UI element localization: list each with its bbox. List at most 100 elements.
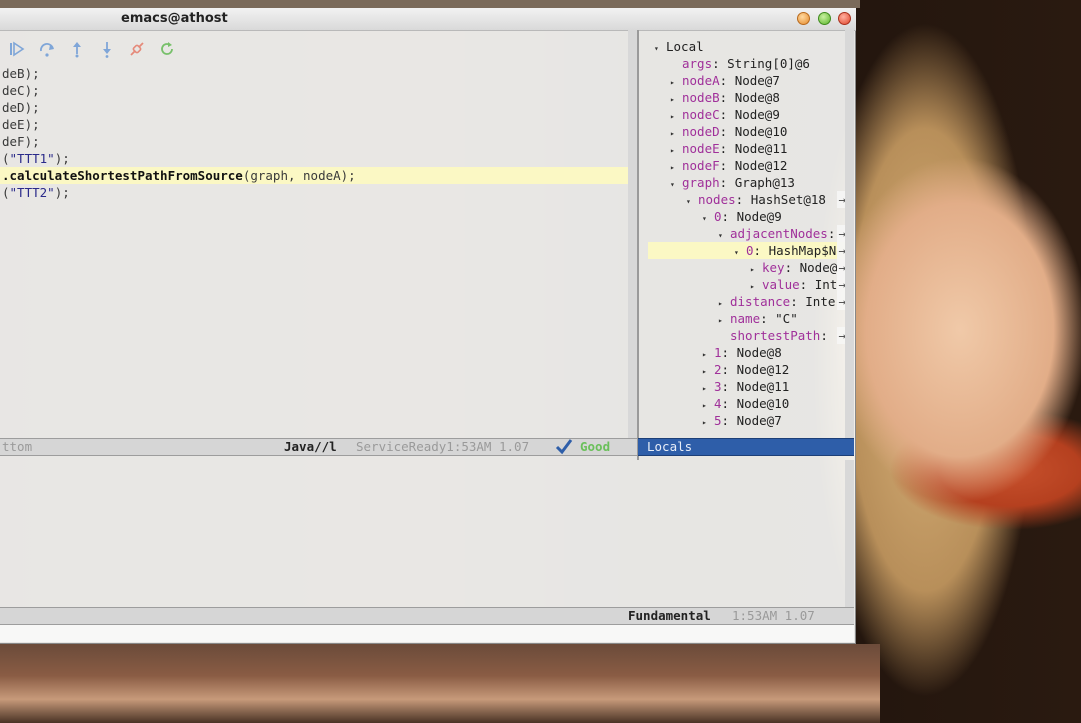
code-line[interactable]: deB); bbox=[0, 65, 628, 82]
locals-row[interactable]: ▸ nodeA: Node@7 bbox=[648, 72, 846, 89]
bottom-modeline-time: 1:53AM 1.07 bbox=[732, 608, 815, 623]
variable-value: : Node@9 bbox=[721, 209, 782, 224]
variable-name: 3 bbox=[714, 379, 722, 394]
modeline-check-status: Good bbox=[580, 439, 611, 454]
variable-value: : Node@7 bbox=[721, 413, 782, 428]
step-over-icon[interactable] bbox=[36, 38, 58, 60]
window-divider[interactable] bbox=[637, 30, 639, 460]
locals-row[interactable]: ▸ 3: Node@11 bbox=[648, 378, 846, 395]
locals-root-label: Local bbox=[666, 39, 704, 54]
locals-scrollbar[interactable] bbox=[845, 30, 854, 442]
variable-value: : Node@10 bbox=[719, 124, 788, 139]
locals-row[interactable]: ▾ 0: HashMap$N → bbox=[648, 242, 846, 259]
variable-value: : Int bbox=[799, 277, 838, 292]
locals-row[interactable]: ▸ 4: Node@10 bbox=[648, 395, 846, 412]
locals-row[interactable]: ▾ graph: Graph@13 bbox=[648, 174, 846, 191]
locals-row[interactable]: ▸ nodeE: Node@11 bbox=[648, 140, 846, 157]
variable-name: shortestPath bbox=[730, 328, 821, 343]
close-button[interactable] bbox=[838, 12, 851, 25]
variable-name: 2 bbox=[714, 362, 722, 377]
disconnect-icon[interactable] bbox=[126, 38, 148, 60]
variable-value: : Node@9 bbox=[719, 107, 780, 122]
code-line[interactable]: deC); bbox=[0, 82, 628, 99]
title-bar[interactable]: emacs@athost bbox=[0, 8, 856, 31]
locals-row[interactable]: ▸ name: "C" bbox=[648, 310, 846, 327]
locals-row[interactable]: ▸ nodeF: Node@12 bbox=[648, 157, 846, 174]
variable-value: : Node@ bbox=[784, 260, 838, 275]
string-literal: "TTT1" bbox=[9, 151, 55, 166]
bottom-modeline-mode: Fundamental bbox=[628, 608, 711, 623]
variable-value: : Node@8 bbox=[719, 90, 780, 105]
variable-name: nodeA bbox=[682, 73, 720, 88]
echo-area[interactable] bbox=[0, 625, 854, 642]
variable-value: : Node@10 bbox=[721, 396, 790, 411]
locals-row[interactable]: ▾ nodes: HashSet@18 → bbox=[648, 191, 846, 208]
locals-row[interactable]: ▸ 5: Node@7 bbox=[648, 412, 846, 429]
continue-icon[interactable] bbox=[6, 38, 28, 60]
variable-name: args bbox=[682, 56, 713, 71]
check-icon bbox=[555, 439, 573, 459]
variable-value: : HashSet@18 bbox=[735, 192, 826, 207]
current-line[interactable]: .calculateShortestPathFromSource(graph, … bbox=[0, 167, 628, 184]
variable-name: nodeF bbox=[682, 158, 720, 173]
locals-row[interactable]: ▸ value: Int → bbox=[648, 276, 846, 293]
locals-row[interactable]: shortestPath: → bbox=[648, 327, 846, 344]
variable-value: : Node@12 bbox=[719, 158, 788, 173]
emacs-window: emacs@athost deB); deC); deD); deE); deF… bbox=[0, 8, 856, 644]
variable-name: 5 bbox=[714, 413, 722, 428]
variable-value: : Node@12 bbox=[721, 362, 790, 377]
locals-row[interactable]: ▸ key: Node@ → bbox=[648, 259, 846, 276]
locals-row[interactable]: ▸ nodeB: Node@8 bbox=[648, 89, 846, 106]
code-text: deE); bbox=[2, 117, 40, 132]
code-line[interactable]: ("TTT2"); bbox=[0, 184, 628, 201]
code-text: deD); bbox=[2, 100, 40, 115]
variable-name: distance bbox=[730, 294, 791, 309]
code-line[interactable]: deD); bbox=[0, 99, 628, 116]
method-call: .calculateShortestPathFromSource bbox=[2, 168, 243, 183]
variable-name: adjacentNodes bbox=[730, 226, 828, 241]
code-text: deC); bbox=[2, 83, 40, 98]
desktop-wallpaper-bottom bbox=[0, 644, 880, 723]
locals-row[interactable]: ▾ 0: Node@9 bbox=[648, 208, 846, 225]
minimize-button[interactable] bbox=[797, 12, 810, 25]
variable-name: name bbox=[730, 311, 761, 326]
code-line[interactable]: deF); bbox=[0, 133, 628, 150]
locals-tree[interactable]: ▾ Local args: String[0]@6 ▸ nodeA: Node@7 ▸ no… bbox=[648, 38, 846, 429]
locals-row[interactable]: ▸ 1: Node@8 bbox=[648, 344, 846, 361]
restart-icon[interactable] bbox=[156, 38, 178, 60]
variable-value: : "C" bbox=[760, 311, 798, 326]
variable-value: : Node@7 bbox=[719, 73, 780, 88]
code-text: ); bbox=[54, 185, 70, 200]
modeline-mode: Java//l bbox=[284, 439, 337, 454]
collapsed-triangle-icon[interactable]: ▸ bbox=[702, 414, 714, 429]
locals-modeline: Locals bbox=[638, 438, 854, 456]
locals-row[interactable]: ▸ distance: Inte → bbox=[648, 293, 846, 310]
desktop-top-strip bbox=[0, 0, 860, 8]
variable-name: key bbox=[762, 260, 785, 275]
editor-scrollbar[interactable] bbox=[628, 30, 637, 442]
code-text: ); bbox=[54, 151, 70, 166]
locals-row[interactable]: ▾ adjacentNodes: → bbox=[648, 225, 846, 242]
step-into-icon[interactable] bbox=[96, 38, 118, 60]
locals-row[interactable]: ▾ Local bbox=[648, 38, 846, 55]
locals-row[interactable]: args: String[0]@6 bbox=[648, 55, 846, 72]
modeline-status: ServiceReady1:53AM 1.07 bbox=[356, 439, 530, 454]
variable-name: nodeC bbox=[682, 107, 720, 122]
lower-scrollbar[interactable] bbox=[845, 460, 854, 610]
bottom-modeline: Fundamental 1:53AM 1.07 bbox=[0, 607, 854, 625]
variable-name: nodes bbox=[698, 192, 736, 207]
variable-name: nodeD bbox=[682, 124, 720, 139]
step-out-icon[interactable] bbox=[66, 38, 88, 60]
maximize-button[interactable] bbox=[818, 12, 831, 25]
locals-row[interactable]: ▸ nodeC: Node@9 bbox=[648, 106, 846, 123]
java-editor[interactable]: deB); deC); deD); deE); deF); ("TTT1"); … bbox=[0, 65, 628, 201]
variable-value: : String[0]@6 bbox=[712, 56, 810, 71]
locals-buffer-name: Locals bbox=[647, 439, 693, 454]
code-line[interactable]: ("TTT1"); bbox=[0, 150, 628, 167]
code-line[interactable]: deE); bbox=[0, 116, 628, 133]
variable-name: 4 bbox=[714, 396, 722, 411]
locals-row[interactable]: ▸ 2: Node@12 bbox=[648, 361, 846, 378]
variable-value: : bbox=[827, 226, 836, 241]
code-text: ( bbox=[2, 151, 10, 166]
locals-row[interactable]: ▸ nodeD: Node@10 bbox=[648, 123, 846, 140]
